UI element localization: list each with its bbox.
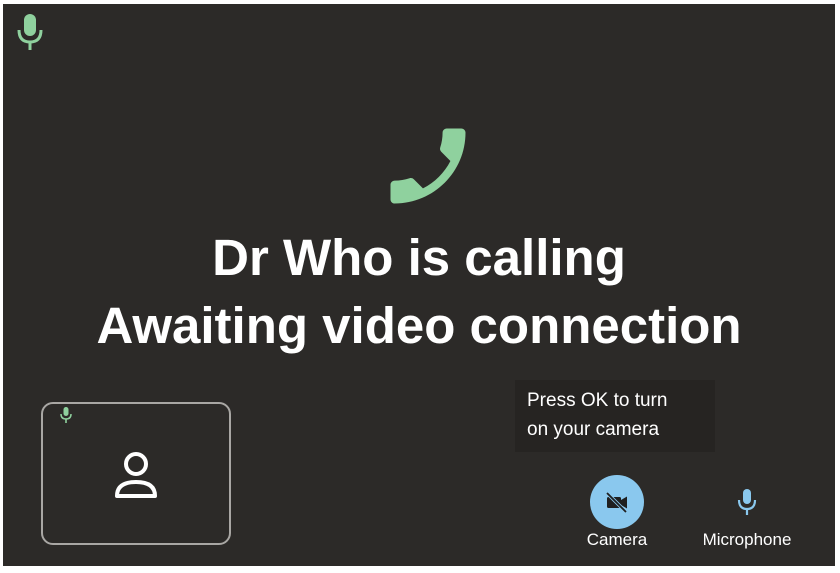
phone-icon [390,128,466,204]
microphone-icon [737,489,757,515]
microphone-icon [17,14,43,50]
camera-button-label: Camera [586,530,648,549]
caller-status-heading: Dr Who is calling [212,229,626,286]
person-icon [115,452,157,498]
camera-off-icon [605,491,628,514]
self-view-tile [41,402,231,545]
hint-line-1: Press OK to turn [527,390,668,411]
camera-hint-tooltip: Press OK to turn on your camera [515,380,715,452]
microphone-icon [60,407,72,423]
hint-line-2: on your camera [527,419,660,440]
microphone-button-label: Microphone [702,530,792,549]
connection-status-heading: Awaiting video connection [96,297,742,354]
microphone-toggle-button[interactable] [720,475,774,529]
call-screen: Dr Who is calling Awaiting video connect… [3,4,835,566]
camera-toggle-button[interactable] [590,475,644,529]
